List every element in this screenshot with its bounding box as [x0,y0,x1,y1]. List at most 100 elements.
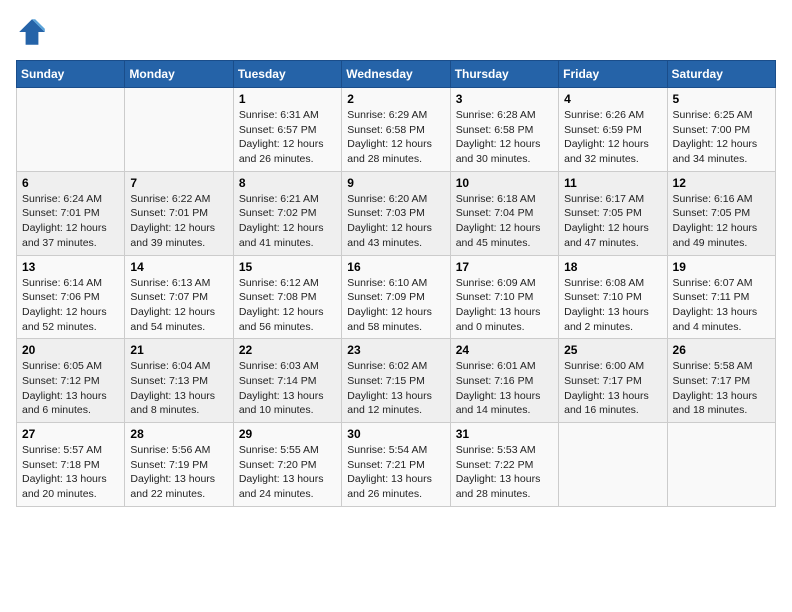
calendar-cell: 23Sunrise: 6:02 AM Sunset: 7:15 PM Dayli… [342,339,450,423]
logo [16,16,52,48]
day-info: Sunrise: 5:56 AM Sunset: 7:19 PM Dayligh… [130,443,227,502]
weekday-header: Wednesday [342,61,450,88]
calendar-cell: 19Sunrise: 6:07 AM Sunset: 7:11 PM Dayli… [667,255,775,339]
day-number: 31 [456,427,553,441]
day-info: Sunrise: 6:25 AM Sunset: 7:00 PM Dayligh… [673,108,770,167]
day-number: 28 [130,427,227,441]
calendar-cell: 4 Sunrise: 6:26 AM Sunset: 6:59 PM Daylig… [559,88,667,172]
calendar-cell: 5 Sunrise: 6:25 AM Sunset: 7:00 PM Daylig… [667,88,775,172]
day-number: 9 [347,176,444,190]
day-number: 17 [456,260,553,274]
day-info: Sunrise: 6:03 AM Sunset: 7:14 PM Dayligh… [239,359,336,418]
calendar-cell: 25 Sunrise: 6:00 AM Sunset: 7:17 PM Dayli… [559,339,667,423]
weekday-header: Monday [125,61,233,88]
day-info: Sunrise: 6:10 AM Sunset: 7:09 PM Dayligh… [347,276,444,335]
calendar-week-row: 1 Sunrise: 6:31 AM Sunset: 6:57 PM Daylig… [17,88,776,172]
weekday-header: Thursday [450,61,558,88]
day-info: Sunrise: 6:17 AM Sunset: 7:05 PM Dayligh… [564,192,661,251]
weekday-header: Sunday [17,61,125,88]
calendar-cell [17,88,125,172]
day-number: 19 [673,260,770,274]
day-number: 7 [130,176,227,190]
day-number: 1 [239,92,336,106]
day-number: 6 [22,176,119,190]
calendar-cell: 3 Sunrise: 6:28 AM Sunset: 6:58 PM Daylig… [450,88,558,172]
day-info: Sunrise: 6:01 AM Sunset: 7:16 PM Dayligh… [456,359,553,418]
calendar-cell: 17 Sunrise: 6:09 AM Sunset: 7:10 PM Dayli… [450,255,558,339]
weekday-header: Tuesday [233,61,341,88]
day-info: Sunrise: 5:58 AM Sunset: 7:17 PM Dayligh… [673,359,770,418]
day-info: Sunrise: 6:24 AM Sunset: 7:01 PM Dayligh… [22,192,119,251]
calendar-week-row: 20 Sunrise: 6:05 AM Sunset: 7:12 PM Dayli… [17,339,776,423]
day-info: Sunrise: 6:18 AM Sunset: 7:04 PM Dayligh… [456,192,553,251]
day-number: 3 [456,92,553,106]
day-number: 12 [673,176,770,190]
calendar-cell: 14 Sunrise: 6:13 AM Sunset: 7:07 PM Dayli… [125,255,233,339]
calendar-cell: 2Sunrise: 6:29 AM Sunset: 6:58 PM Daylig… [342,88,450,172]
day-info: Sunrise: 6:04 AM Sunset: 7:13 PM Dayligh… [130,359,227,418]
day-number: 13 [22,260,119,274]
calendar: SundayMondayTuesdayWednesdayThursdayFrid… [16,60,776,507]
day-info: Sunrise: 6:00 AM Sunset: 7:17 PM Dayligh… [564,359,661,418]
day-number: 2 [347,92,444,106]
logo-icon [16,16,48,48]
calendar-cell: 8Sunrise: 6:21 AM Sunset: 7:02 PM Daylig… [233,171,341,255]
day-number: 21 [130,343,227,357]
calendar-cell: 31 Sunrise: 5:53 AM Sunset: 7:22 PM Dayli… [450,423,558,507]
day-number: 4 [564,92,661,106]
calendar-cell: 24 Sunrise: 6:01 AM Sunset: 7:16 PM Dayli… [450,339,558,423]
day-number: 24 [456,343,553,357]
day-info: Sunrise: 6:21 AM Sunset: 7:02 PM Dayligh… [239,192,336,251]
day-number: 25 [564,343,661,357]
calendar-cell: 9 Sunrise: 6:20 AM Sunset: 7:03 PM Daylig… [342,171,450,255]
day-number: 14 [130,260,227,274]
day-info: Sunrise: 5:57 AM Sunset: 7:18 PM Dayligh… [22,443,119,502]
day-number: 18 [564,260,661,274]
calendar-cell: 11 Sunrise: 6:17 AM Sunset: 7:05 PM Dayli… [559,171,667,255]
day-info: Sunrise: 5:54 AM Sunset: 7:21 PM Dayligh… [347,443,444,502]
day-info: Sunrise: 6:08 AM Sunset: 7:10 PM Dayligh… [564,276,661,335]
calendar-cell: 12 Sunrise: 6:16 AM Sunset: 7:05 PM Dayli… [667,171,775,255]
calendar-cell [559,423,667,507]
day-number: 11 [564,176,661,190]
day-number: 22 [239,343,336,357]
day-info: Sunrise: 6:16 AM Sunset: 7:05 PM Dayligh… [673,192,770,251]
day-info: Sunrise: 6:26 AM Sunset: 6:59 PM Dayligh… [564,108,661,167]
calendar-week-row: 27Sunrise: 5:57 AM Sunset: 7:18 PM Dayli… [17,423,776,507]
day-number: 5 [673,92,770,106]
calendar-cell: 6 Sunrise: 6:24 AM Sunset: 7:01 PM Daylig… [17,171,125,255]
day-info: Sunrise: 6:13 AM Sunset: 7:07 PM Dayligh… [130,276,227,335]
calendar-cell [667,423,775,507]
day-info: Sunrise: 6:09 AM Sunset: 7:10 PM Dayligh… [456,276,553,335]
calendar-cell [125,88,233,172]
day-info: Sunrise: 5:55 AM Sunset: 7:20 PM Dayligh… [239,443,336,502]
day-info: Sunrise: 6:22 AM Sunset: 7:01 PM Dayligh… [130,192,227,251]
calendar-cell: 15Sunrise: 6:12 AM Sunset: 7:08 PM Dayli… [233,255,341,339]
calendar-cell: 10 Sunrise: 6:18 AM Sunset: 7:04 PM Dayli… [450,171,558,255]
calendar-cell: 1 Sunrise: 6:31 AM Sunset: 6:57 PM Daylig… [233,88,341,172]
day-info: Sunrise: 6:12 AM Sunset: 7:08 PM Dayligh… [239,276,336,335]
calendar-header: SundayMondayTuesdayWednesdayThursdayFrid… [17,61,776,88]
day-info: Sunrise: 6:02 AM Sunset: 7:15 PM Dayligh… [347,359,444,418]
day-info: Sunrise: 5:53 AM Sunset: 7:22 PM Dayligh… [456,443,553,502]
weekday-header: Saturday [667,61,775,88]
calendar-cell: 20 Sunrise: 6:05 AM Sunset: 7:12 PM Dayli… [17,339,125,423]
day-info: Sunrise: 6:28 AM Sunset: 6:58 PM Dayligh… [456,108,553,167]
day-info: Sunrise: 6:20 AM Sunset: 7:03 PM Dayligh… [347,192,444,251]
calendar-cell: 30 Sunrise: 5:54 AM Sunset: 7:21 PM Dayli… [342,423,450,507]
day-number: 29 [239,427,336,441]
day-info: Sunrise: 6:05 AM Sunset: 7:12 PM Dayligh… [22,359,119,418]
day-number: 16 [347,260,444,274]
day-number: 30 [347,427,444,441]
calendar-cell: 27Sunrise: 5:57 AM Sunset: 7:18 PM Dayli… [17,423,125,507]
calendar-body: 1 Sunrise: 6:31 AM Sunset: 6:57 PM Daylig… [17,88,776,507]
day-number: 10 [456,176,553,190]
calendar-cell: 21 Sunrise: 6:04 AM Sunset: 7:13 PM Dayli… [125,339,233,423]
calendar-cell: 7 Sunrise: 6:22 AM Sunset: 7:01 PM Daylig… [125,171,233,255]
day-info: Sunrise: 6:31 AM Sunset: 6:57 PM Dayligh… [239,108,336,167]
header [16,16,776,48]
calendar-cell: 26 Sunrise: 5:58 AM Sunset: 7:17 PM Dayli… [667,339,775,423]
day-number: 20 [22,343,119,357]
weekday-header: Friday [559,61,667,88]
day-number: 26 [673,343,770,357]
